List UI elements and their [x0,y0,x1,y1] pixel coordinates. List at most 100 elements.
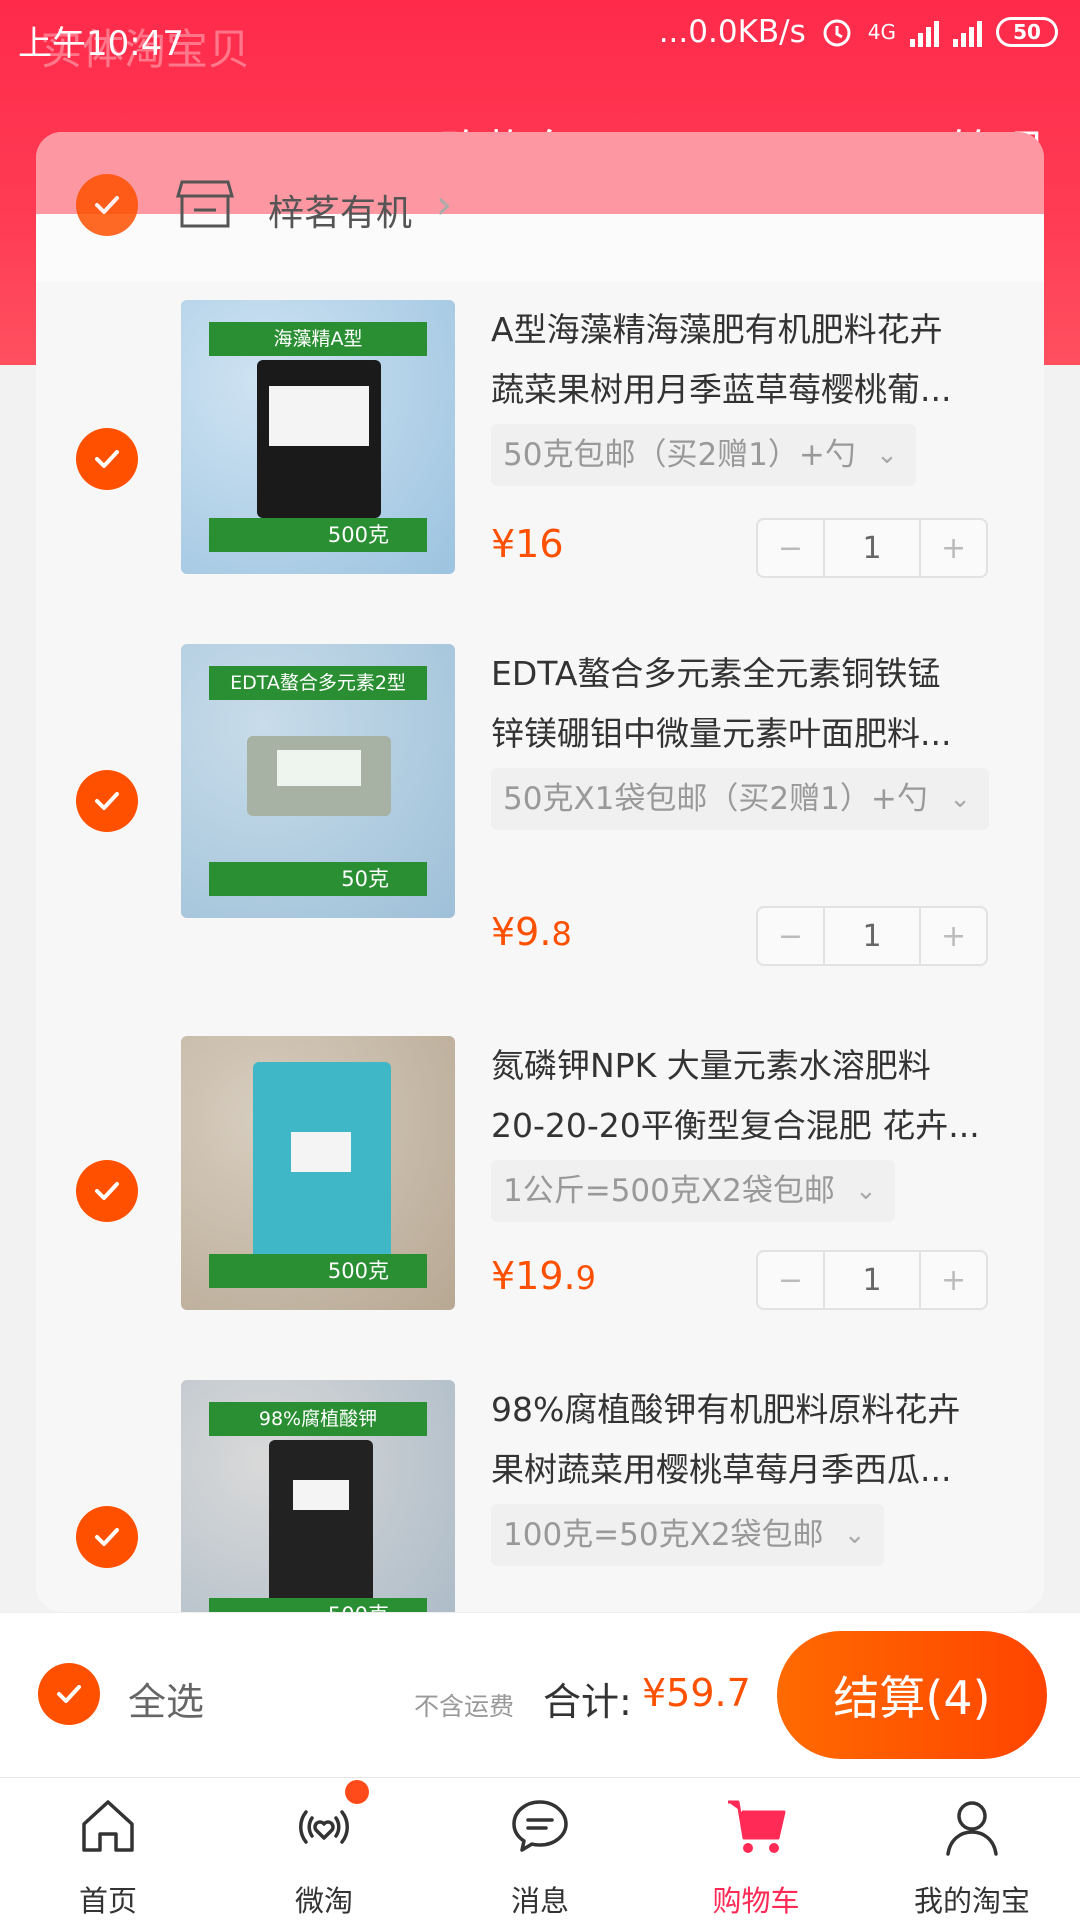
tab-messages[interactable]: 消息 [432,1778,648,1920]
tab-label: 微淘 [294,1884,353,1918]
shop-checkbox[interactable] [76,174,138,236]
product-title[interactable]: 氮磷钾NPK 大量元素水溶肥料 20-20-20平衡型复合混肥 花卉... [491,1036,1011,1156]
sku-selector[interactable]: 50克X1袋包邮（买2赠1）+勺 ⌄ [491,768,989,830]
item-checkbox[interactable] [76,1160,138,1222]
check-icon [57,1685,81,1703]
cart-card: 梓茗有机 › 海藻精A型 500克 A型海藻精海藻肥有机肥料花卉 蔬菜果树用月季… [36,132,1044,1612]
tab-home[interactable]: 首页 [0,1778,216,1920]
cart-icon [728,1800,786,1853]
battery-icon: 50 [996,17,1058,47]
quantity-value[interactable]: 1 [822,1252,922,1308]
shop-name[interactable]: 梓茗有机 [268,184,412,236]
product-image[interactable]: 98%腐植酸钾 500克 [181,1380,455,1612]
signal-icon-2 [953,17,982,47]
decrease-button[interactable]: − [758,908,823,964]
check-icon [95,196,119,214]
tab-profile[interactable]: 我的淘宝 [864,1778,1080,1920]
shipping-note: 不含运费 [414,1692,515,1721]
product-image[interactable]: 海藻精A型 500克 [181,300,455,574]
status-bar: 实体淘宝贝 上午10:47 ...0.0KB/s 4G 50 [0,0,1080,80]
quantity-value[interactable]: 1 [822,908,922,964]
increase-button[interactable]: + [921,908,986,964]
image-band-top: 98%腐植酸钾 [209,1402,427,1436]
decrease-button[interactable]: − [758,1252,823,1308]
title-line-2: 20-20-20平衡型复合混肥 花卉... [491,1106,980,1145]
notification-badge [345,1780,369,1804]
title-line-1: EDTA螯合多元素全元素铜铁锰 [491,654,941,693]
tab-label: 消息 [510,1884,569,1918]
product-image[interactable]: EDTA螯合多元素2型 50克 [181,644,455,918]
chevron-right-icon: › [436,182,452,228]
select-all-label[interactable]: 全选 [128,1671,204,1726]
shop-row[interactable]: 梓茗有机 › [36,132,1044,282]
tab-label: 首页 [78,1884,137,1918]
title-line-1: A型海藻精海藻肥有机肥料花卉 [491,310,943,349]
product-bag [269,1440,373,1610]
check-icon [95,1528,119,1546]
quantity-value[interactable]: 1 [822,520,922,576]
sku-selector[interactable]: 1公斤=500克X2袋包邮 ⌄ [491,1160,895,1222]
image-band-bottom: 500克 [209,1598,427,1612]
chevron-down-icon: ⌄ [855,1176,877,1206]
chevron-down-icon: ⌄ [876,440,898,470]
chevron-down-icon: ⌄ [843,1520,866,1550]
product-title[interactable]: A型海藻精海藻肥有机肥料花卉 蔬菜果树用月季蓝草莓樱桃葡... [491,300,1011,420]
product-image[interactable]: 500克 [181,1036,455,1310]
sku-label: 50克包邮（买2赠1）+勺 [503,437,856,473]
product-bag [253,1062,391,1262]
image-band-bottom: 500克 [209,518,427,552]
image-band-bottom: 50克 [209,862,427,896]
sku-selector[interactable]: 50克包邮（买2赠1）+勺 ⌄ [491,424,916,486]
checkout-bar: 全选 不含运费 合计: ¥59.7 结算(4) [0,1612,1080,1777]
title-line-1: 氮磷钾NPK 大量元素水溶肥料 [491,1046,931,1085]
profile-icon [946,1801,998,1856]
weitao-icon [298,1810,350,1844]
decrease-button[interactable]: − [758,520,823,576]
total-amount: ¥59.7 [642,1671,751,1715]
sku-label: 1公斤=500克X2袋包邮 [503,1173,835,1209]
check-icon [95,1182,119,1200]
increase-button[interactable]: + [921,520,986,576]
product-title[interactable]: 98%腐植酸钾有机肥料原料花卉 果树蔬菜用樱桃草莓月季西瓜... [491,1380,1011,1500]
message-icon [512,1800,568,1852]
product-bag [257,360,381,518]
item-checkbox[interactable] [76,428,138,490]
check-icon [95,450,119,468]
cart-item: EDTA螯合多元素2型 50克 EDTA螯合多元素全元素铜铁锰 锌镁硼钼中微量元… [36,644,1044,984]
image-band-top: EDTA螯合多元素2型 [209,666,427,700]
total-label: 合计: [543,1680,632,1724]
cart-item: 海藻精A型 500克 A型海藻精海藻肥有机肥料花卉 蔬菜果树用月季蓝草莓樱桃葡.… [36,300,1044,640]
quantity-stepper: − 1 + [756,906,988,966]
tab-cart[interactable]: 购物车 [648,1778,864,1920]
product-title[interactable]: EDTA螯合多元素全元素铜铁锰 锌镁硼钼中微量元素叶面肥料... [491,644,1011,764]
title-line-1: 98%腐植酸钾有机肥料原料花卉 [491,1390,961,1429]
tab-weitao[interactable]: 微淘 [216,1778,432,1920]
quantity-stepper: − 1 + [756,1250,988,1310]
status-time: 上午10:47 [18,24,184,64]
title-line-2: 锌镁硼钼中微量元素叶面肥料... [491,714,952,753]
tab-label: 我的淘宝 [913,1884,1030,1918]
price: ¥19.9 [491,1254,596,1298]
sku-selector[interactable]: 100克=50克X2袋包邮 ⌄ [491,1504,884,1566]
product-bag [247,736,391,816]
network-speed: ...0.0KB/s [658,14,806,50]
price: ¥16 [491,522,564,566]
title-line-2: 果树蔬菜用樱桃草莓月季西瓜... [491,1450,952,1489]
cart-item: 500克 氮磷钾NPK 大量元素水溶肥料 20-20-20平衡型复合混肥 花卉.… [36,1036,1044,1376]
image-band-top: 海藻精A型 [209,322,427,356]
item-checkbox[interactable] [76,770,138,832]
sku-label: 100克=50克X2袋包邮 [503,1517,824,1553]
price: ¥9.8 [491,910,572,954]
select-all-checkbox[interactable] [38,1663,100,1725]
alarm-icon [823,19,851,47]
sku-label: 50克X1袋包邮（买2赠1）+勺 [503,781,928,817]
check-icon [95,792,119,810]
item-checkbox[interactable] [76,1506,138,1568]
tab-bar: 首页 微淘 消息 购物车 我的淘宝 [0,1777,1080,1920]
app-root: { "status":{"time":"上午10:47","ghost":"实体… [0,0,1080,1920]
checkout-button[interactable]: 结算(4) [777,1631,1047,1759]
signal-icon [910,17,939,47]
increase-button[interactable]: + [921,1252,986,1308]
network-type: 4G [867,20,896,44]
quantity-stepper: − 1 + [756,518,988,578]
